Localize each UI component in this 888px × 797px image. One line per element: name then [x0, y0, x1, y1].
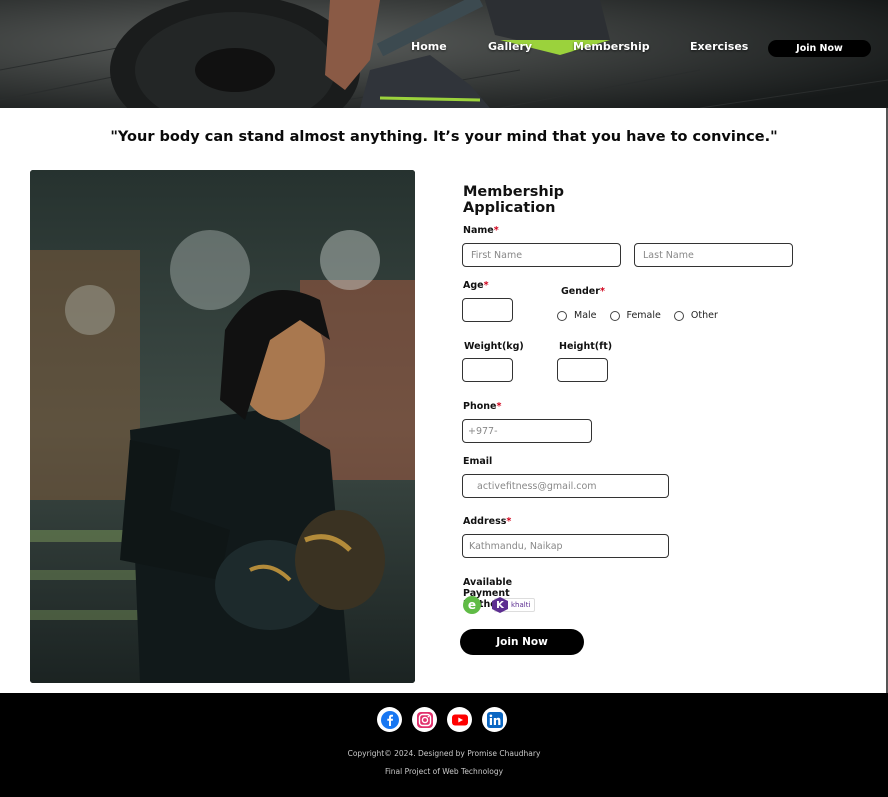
footer-copyright: Copyright© 2024. Designed by Promise Cha… [347, 749, 541, 758]
esewa-icon[interactable]: e [463, 596, 481, 614]
last-name-input[interactable] [634, 243, 793, 267]
age-input[interactable] [462, 298, 513, 322]
gender-radio-group: Male Female Other [557, 310, 731, 321]
form-title: Membership Application [463, 184, 565, 216]
radio-other[interactable] [673, 310, 684, 321]
nav-membership-link[interactable]: Membership [573, 40, 650, 53]
address-label: Address* [463, 516, 512, 527]
phone-input[interactable] [462, 419, 592, 443]
instagram-icon[interactable] [412, 707, 437, 732]
height-input[interactable] [557, 358, 608, 382]
khalti-logo-mark: K [492, 597, 508, 613]
motivational-quote: "Your body can stand almost anything. It… [110, 129, 778, 145]
gender-option-female[interactable]: Female [609, 310, 661, 321]
join-now-submit-button[interactable]: Join Now [460, 629, 584, 655]
payment-methods: e K khalti [463, 596, 536, 614]
phone-label: Phone* [463, 401, 502, 412]
nav-home-link[interactable]: Home [411, 40, 447, 53]
khalti-icon[interactable]: K khalti [492, 597, 536, 613]
email-input[interactable] [462, 474, 669, 498]
nav-exercises-link[interactable]: Exercises [690, 40, 748, 53]
email-label: Email [463, 456, 493, 467]
gender-option-male[interactable]: Male [557, 310, 597, 321]
radio-female[interactable] [609, 310, 620, 321]
address-input[interactable] [462, 534, 669, 558]
weight-label: Weight(kg) [464, 341, 524, 352]
linkedin-icon[interactable] [482, 707, 507, 732]
radio-male[interactable] [557, 310, 567, 321]
main-nav: Home Gallery Membership Exercises [0, 40, 888, 58]
gender-option-other[interactable]: Other [673, 310, 718, 321]
nav-gallery-link[interactable]: Gallery [488, 40, 532, 53]
height-label: Height(ft) [559, 341, 613, 352]
nav-join-now-button[interactable]: Join Now [768, 40, 871, 57]
first-name-input[interactable] [462, 243, 621, 267]
facebook-icon[interactable] [377, 707, 402, 732]
gender-label: Gender* [561, 286, 605, 297]
social-links [377, 707, 517, 732]
weight-input[interactable] [462, 358, 513, 382]
fighter-photo [30, 170, 415, 683]
name-label: Name* [463, 225, 499, 236]
footer-subtitle: Final Project of Web Technology [384, 767, 504, 776]
youtube-icon[interactable] [447, 707, 472, 732]
age-label: Age* [463, 280, 489, 291]
